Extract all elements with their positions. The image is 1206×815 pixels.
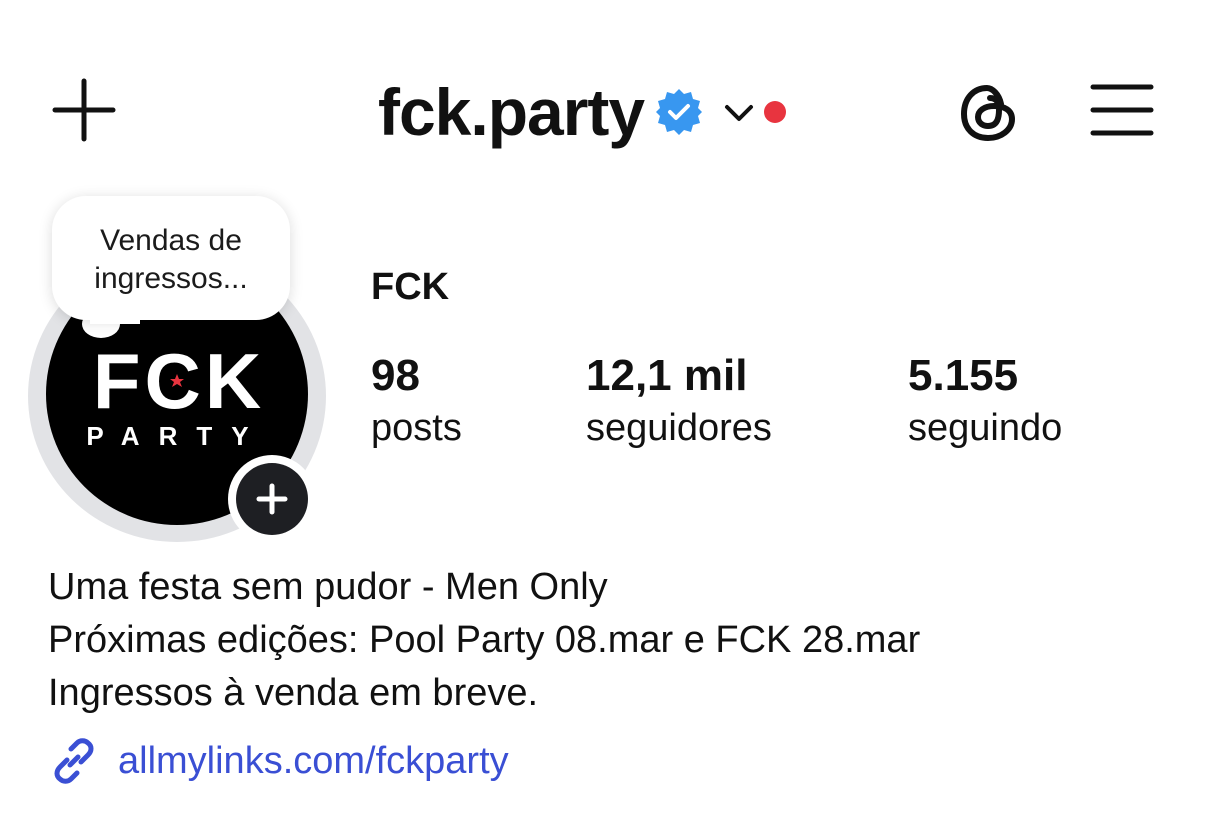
stat-label: seguindo: [908, 407, 1063, 449]
bio-line: Ingressos à venda em breve.: [48, 672, 539, 714]
hamburger-menu-icon: [1090, 84, 1154, 136]
bio-link[interactable]: allmylinks.com/fckparty: [48, 733, 509, 789]
posts-count[interactable]: 98 posts: [371, 352, 462, 456]
add-story-button[interactable]: [228, 455, 316, 543]
fck-party-logo: FCK PARTY: [86, 345, 267, 450]
plus-icon: [256, 483, 288, 515]
note-bubble[interactable]: Vendas de ingressos...: [52, 196, 290, 320]
chevron-down-icon[interactable]: [722, 95, 756, 129]
bio: Uma festa sem pudor - Men Only Próximas …: [48, 561, 920, 720]
threads-icon: [960, 84, 1016, 142]
stat-value: 98: [371, 351, 420, 400]
username: fck.party: [378, 75, 645, 149]
stat-label: seguidores: [586, 407, 772, 449]
link-icon: [54, 738, 94, 784]
bio-line: Uma festa sem pudor - Men Only: [48, 566, 608, 608]
link-url[interactable]: allmylinks.com/fckparty: [118, 733, 509, 789]
svg-text:PARTY: PARTY: [86, 421, 267, 450]
stat-value: 5.155: [908, 351, 1019, 400]
note-text-line: Vendas de: [100, 224, 242, 257]
stat-label: posts: [371, 407, 462, 449]
verified-badge-icon: [656, 89, 703, 135]
display-name: FCK: [371, 266, 450, 308]
threads-button[interactable]: [956, 80, 1022, 146]
note-text-line: ingressos...: [94, 262, 248, 295]
bio-line: Próximas edições: Pool Party 08.mar e FC…: [48, 619, 921, 661]
note-bubble-tail-cover: [90, 306, 140, 324]
account-switcher[interactable]: fck.party: [378, 72, 787, 152]
notification-dot: [764, 101, 787, 123]
new-post-button[interactable]: [50, 78, 118, 142]
following-count[interactable]: 5.155 seguindo: [908, 352, 1062, 456]
followers-count[interactable]: 12,1 mil seguidores: [586, 352, 772, 456]
stat-value: 12,1 mil: [586, 351, 748, 400]
plus-icon: [52, 78, 116, 142]
menu-button[interactable]: [1090, 82, 1154, 138]
